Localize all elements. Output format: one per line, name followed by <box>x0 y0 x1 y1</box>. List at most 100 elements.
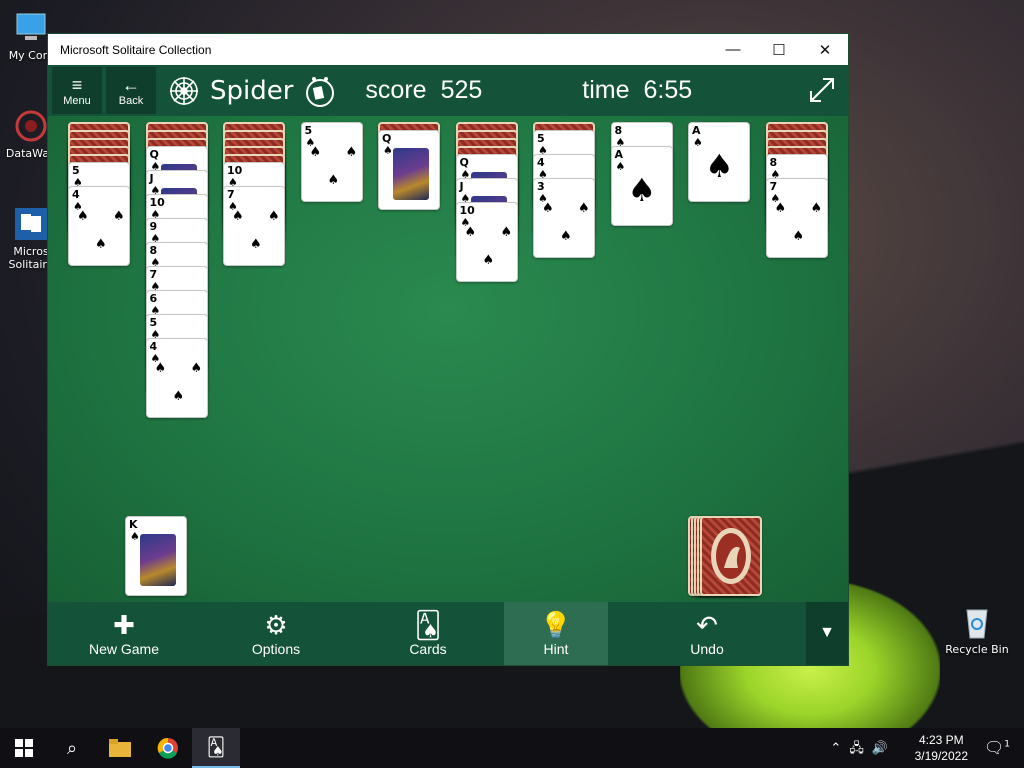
spade-icon: ♠ <box>693 136 703 149</box>
clock-date: 3/19/2022 <box>914 749 968 763</box>
ace-spade-icon: ♠ <box>627 171 657 209</box>
spade-pip-icon: ♠ <box>774 201 787 216</box>
spade-pip-icon: ♠ <box>810 201 823 216</box>
network-icon[interactable]: 🖧 <box>849 741 872 756</box>
time-display: time 6:55 <box>582 76 692 105</box>
spade-pip-icon: ♠ <box>560 229 572 244</box>
spade-pip-icon: ♠ <box>578 201 590 216</box>
spider-web-icon <box>170 76 198 105</box>
chevron-down-icon: ▼ <box>819 623 835 641</box>
minimize-button[interactable]: — <box>710 34 756 65</box>
taskbar-clock[interactable]: 4:23 PM 3/19/2022 <box>915 732 968 764</box>
score-label: score <box>365 76 427 104</box>
recycle-bin-icon <box>966 609 988 639</box>
king-figure <box>140 534 176 586</box>
ace-spade-icon: ♠ <box>705 147 734 185</box>
start-button[interactable] <box>0 728 48 768</box>
back-label: Back <box>118 94 144 107</box>
spade-pip-icon: ♠ <box>345 145 358 160</box>
close-button[interactable]: ✕ <box>802 34 848 65</box>
playing-card[interactable]: 7♠♠♠♠ <box>223 186 285 266</box>
completed-run-king: K ♠ <box>125 516 187 596</box>
chrome-icon <box>157 737 178 759</box>
spade-pip-icon: ♠ <box>113 209 125 224</box>
system-tray[interactable]: ⌃🖧🔊 <box>830 739 896 761</box>
score-value: 525 <box>440 76 483 104</box>
spade-icon: ♠ <box>615 160 626 173</box>
taskbar-solitaire[interactable]: 🂡 <box>192 728 240 768</box>
playing-card[interactable]: 4♠♠♠♠ <box>145 338 208 418</box>
score-display: score 525 <box>365 76 482 105</box>
spade-pip-icon: ♠ <box>250 237 262 252</box>
playing-card[interactable]: 4♠♠♠♠ <box>68 186 130 266</box>
notification-count: 1 <box>1004 739 1010 750</box>
playing-card[interactable]: Q ♠ <box>378 130 440 210</box>
game-table: 5♠♠♠♠4♠♠♠♠Q♠J♠10♠♠♠♠9♠♠♠♠8♠♠♠♠7♠♠♠♠6♠♠♠♠… <box>48 116 848 602</box>
desktop-icon-label: Recycle Bin <box>945 643 1009 656</box>
windows-logo-icon <box>15 739 33 757</box>
desktop-icon-recycle-bin[interactable]: Recycle Bin <box>942 604 1012 656</box>
window-title: Microsoft Solitaire Collection <box>60 42 212 57</box>
cards-button[interactable]: 🂡 Cards <box>352 602 504 665</box>
spade-pip-icon: ♠ <box>190 361 203 376</box>
spade-pip-icon: ♠ <box>327 173 340 188</box>
spade-pip-icon: ♠ <box>95 237 107 252</box>
spade-icon: ♠ <box>383 144 393 157</box>
datawag-icon <box>15 110 47 142</box>
spade-pip-icon: ♠ <box>154 361 167 376</box>
taskbar-chrome[interactable] <box>144 728 192 768</box>
new-game-label: New Game <box>88 640 160 657</box>
spade-pip-icon: ♠ <box>482 253 495 268</box>
hint-button[interactable]: 💡 Hint <box>504 602 608 665</box>
game-header: ≡ Menu ← Back Spider score 525 time 6:55 <box>48 65 848 116</box>
achievements-badge-icon[interactable] <box>303 74 337 108</box>
monitor-icon <box>16 13 46 40</box>
game-toolbar: ✚ New Game ⚙ Options 🂡 Cards 💡 Hint ↶ Un… <box>48 602 848 665</box>
playing-card[interactable]: 5♠♠♠♠ <box>300 122 363 202</box>
undo-label: Undo <box>690 640 724 657</box>
new-game-button[interactable]: ✚ New Game <box>48 602 200 665</box>
playing-card[interactable]: 7♠♠♠♠ <box>765 178 828 258</box>
menu-label: Menu <box>63 94 91 107</box>
back-arrow-icon: ← <box>122 74 140 95</box>
chevron-up-icon[interactable]: ⌃ <box>830 741 849 756</box>
volume-icon[interactable]: 🔊 <box>872 741 896 756</box>
spade-pip-icon: ♠ <box>542 201 554 216</box>
spade-pip-icon: ♠ <box>172 389 185 404</box>
search-icon: ⌕ <box>66 737 78 759</box>
taskbar: ⌕ 🂡 ⌃🖧🔊 4:23 PM 3/19/2022 🗨1 <box>0 728 1024 768</box>
face-figure <box>393 148 429 200</box>
solitaire-window: Microsoft Solitaire Collection — ☐ ✕ ≡ M… <box>47 33 849 666</box>
toolbar-expand-button[interactable]: ▼ <box>806 602 848 665</box>
fullscreen-icon[interactable] <box>808 76 836 104</box>
spade-pip-icon: ♠ <box>500 225 513 240</box>
solitaire-cards-icon: 🂡 <box>206 736 226 758</box>
lion-emblem-icon <box>711 528 751 584</box>
playing-card[interactable]: 3 ♠ ♠ ♠ ♠ <box>533 178 595 258</box>
time-value: 6:55 <box>643 76 693 104</box>
hamburger-icon: ≡ <box>71 74 83 95</box>
options-button[interactable]: ⚙ Options <box>200 602 352 665</box>
clock-time: 4:23 PM <box>918 733 964 747</box>
notification-icon: 🗨 <box>983 738 1005 757</box>
game-title: Spider <box>210 75 294 106</box>
options-label: Options <box>251 640 301 657</box>
taskbar-file-explorer[interactable] <box>96 728 144 768</box>
undo-button[interactable]: ↶ Undo <box>608 602 806 665</box>
folder-icon <box>109 739 131 757</box>
cards-icon: 🂡 <box>414 609 442 640</box>
search-button[interactable]: ⌕ <box>48 728 96 768</box>
playing-card[interactable]: 10♠♠♠♠ <box>455 202 518 282</box>
spade-pip-icon: ♠ <box>792 229 805 244</box>
window-titlebar[interactable]: Microsoft Solitaire Collection — ☐ ✕ <box>48 34 848 65</box>
stock-pile[interactable] <box>688 516 768 600</box>
hint-label: Hint <box>543 640 569 657</box>
maximize-button[interactable]: ☐ <box>756 34 802 65</box>
notifications-button[interactable]: 🗨1 <box>984 738 1010 757</box>
solitaire-app-icon <box>15 208 47 240</box>
playing-card[interactable]: A ♠ ♠ <box>610 146 673 226</box>
playing-card[interactable]: A ♠ ♠ <box>688 122 750 202</box>
menu-button[interactable]: ≡ Menu <box>52 67 102 114</box>
back-button[interactable]: ← Back <box>106 67 156 114</box>
gear-icon: ⚙ <box>264 609 288 640</box>
